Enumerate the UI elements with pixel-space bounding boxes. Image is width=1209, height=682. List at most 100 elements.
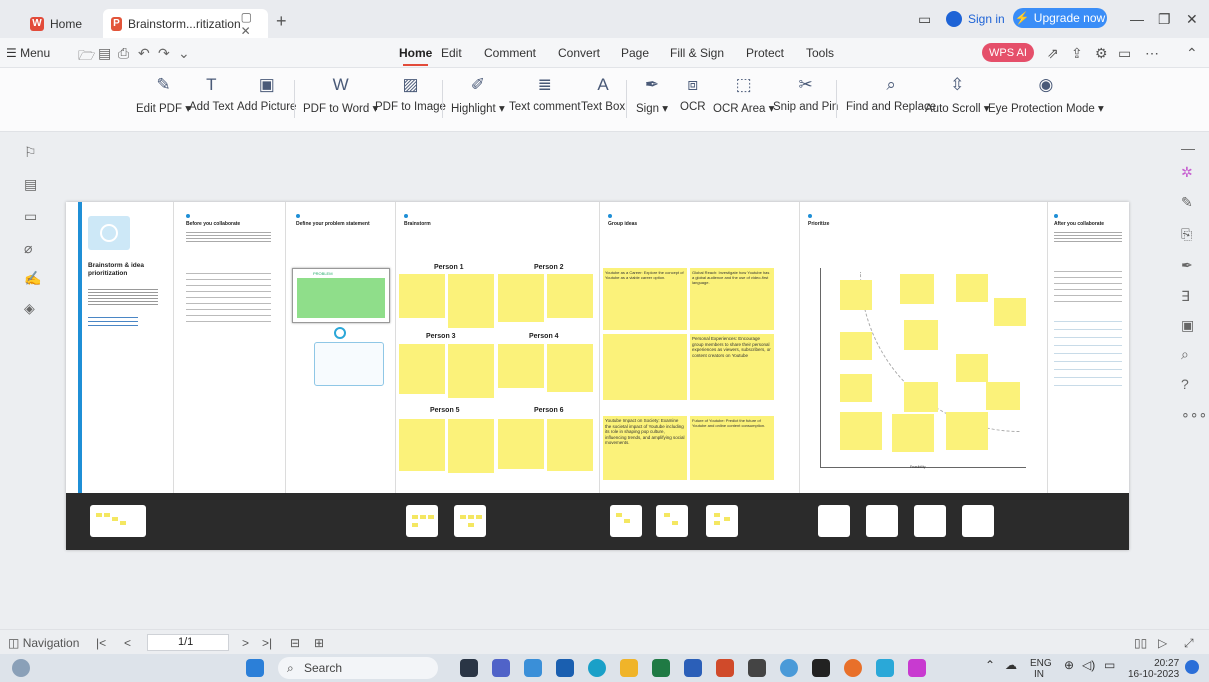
signature-panel-icon[interactable]: ✍ — [24, 270, 41, 287]
mail-icon[interactable] — [556, 659, 574, 677]
open-icon[interactable]: 🗁 — [78, 45, 95, 69]
print-icon[interactable]: ⎙ — [118, 45, 129, 62]
bookmark-icon[interactable]: ⚐ — [24, 144, 37, 161]
previous-page-icon[interactable]: < — [124, 636, 131, 650]
menu-button[interactable]: ☰ Menu — [6, 46, 50, 60]
add-text-button[interactable]: T Add Text — [189, 74, 234, 113]
play-icon[interactable]: ▷ — [1158, 636, 1167, 650]
windows-start-icon[interactable] — [246, 659, 264, 677]
tab-home-menu[interactable]: Home — [399, 46, 432, 66]
volume-icon[interactable]: ◁) — [1082, 658, 1095, 672]
page-number-input[interactable]: 1/1 — [147, 634, 229, 651]
edge-browser-icon[interactable] — [588, 659, 606, 677]
pdf-to-word-button[interactable]: W PDF to Word ▾ — [303, 74, 378, 115]
fullscreen-icon[interactable]: ⤢ — [1184, 636, 1194, 651]
sign-in-button[interactable]: Sign in — [946, 8, 1005, 30]
taskbar-search[interactable]: ⌕ Search — [278, 657, 438, 679]
sign-panel-icon[interactable]: ✒ — [1181, 257, 1193, 274]
word-icon[interactable] — [684, 659, 702, 677]
wps-office-icon[interactable] — [908, 659, 926, 677]
powerpoint-icon[interactable] — [716, 659, 734, 677]
first-page-icon[interactable]: |< — [96, 636, 106, 650]
chevron-down-icon[interactable]: ⌄ — [178, 45, 190, 62]
add-picture-button[interactable]: ▣ Add Picture — [237, 74, 296, 113]
settings-icon[interactable]: ⚙ — [1095, 45, 1108, 62]
ocr-area-button[interactable]: ⬚ OCR Area ▾ — [713, 74, 774, 115]
next-page-icon[interactable]: > — [242, 636, 249, 650]
redo-icon[interactable]: ↷ — [158, 45, 170, 62]
save-icon[interactable]: ▤ — [98, 45, 111, 62]
network-icon[interactable]: ⊕ — [1064, 658, 1074, 672]
chrome-browser-icon[interactable] — [844, 659, 862, 677]
tab-page[interactable]: Page — [621, 46, 649, 60]
tab-convert[interactable]: Convert — [558, 46, 600, 60]
close-window-icon[interactable]: ✕ — [1186, 11, 1198, 28]
wps-ai-button[interactable]: WPS AI — [982, 43, 1034, 62]
share-icon[interactable]: ⇗ — [1047, 45, 1059, 62]
upgrade-button[interactable]: ⚡ Upgrade now — [1013, 8, 1107, 28]
settings-app-icon[interactable] — [524, 659, 542, 677]
export-panel-icon[interactable]: ⎘ — [1181, 226, 1192, 243]
undo-icon[interactable]: ↶ — [138, 45, 150, 62]
new-tab-icon[interactable]: + — [276, 11, 287, 32]
tab-edit[interactable]: Edit — [441, 46, 462, 60]
excel-icon[interactable] — [652, 659, 670, 677]
search-panel-icon[interactable]: ⌕ — [1181, 346, 1189, 363]
sign-button[interactable]: ✒ Sign ▾ — [636, 74, 668, 115]
frame-icon[interactable]: ▣ — [1181, 317, 1194, 334]
attachment-icon[interactable]: ⌀ — [24, 240, 32, 257]
help-icon[interactable]: ? — [1181, 376, 1189, 392]
cloud-icon[interactable]: ☁ — [1005, 658, 1017, 672]
fit-page-icon[interactable]: ⊞ — [314, 636, 324, 650]
collapse-ribbon-icon[interactable]: ⌃ — [1186, 45, 1198, 62]
file-explorer-icon[interactable] — [620, 659, 638, 677]
tray-expand-icon[interactable]: ⌃ — [985, 658, 995, 672]
format-icon[interactable]: ∃ — [1181, 288, 1190, 305]
chat-app-icon[interactable] — [492, 659, 510, 677]
clock[interactable]: 20:27 16-10-2023 — [1128, 658, 1179, 680]
restore-icon[interactable]: ❐ — [1158, 11, 1171, 28]
edit-pdf-button[interactable]: ✎ Edit PDF ▾ — [136, 74, 191, 115]
layers-icon[interactable]: ◈ — [24, 300, 35, 317]
app-icon[interactable] — [748, 659, 766, 677]
tab-tools[interactable]: Tools — [806, 46, 834, 60]
app-icon[interactable] — [876, 659, 894, 677]
layout-icon[interactable]: ▭ — [918, 11, 931, 28]
last-page-icon[interactable]: >| — [262, 636, 272, 650]
navigation-button[interactable]: ◫ Navigation — [8, 636, 79, 650]
tab-comment[interactable]: Comment — [484, 46, 536, 60]
tab-protect[interactable]: Protect — [746, 46, 784, 60]
minimize-icon[interactable]: — — [1130, 11, 1144, 27]
text-comment-button[interactable]: ≣ Text comment — [509, 74, 581, 113]
pdf-to-image-button[interactable]: ▨ PDF to Image — [375, 74, 446, 113]
more-icon[interactable]: ⋯ — [1145, 45, 1159, 62]
media-player-icon[interactable] — [812, 659, 830, 677]
text-box-button[interactable]: A Text Box — [581, 74, 625, 113]
tab-fill-sign[interactable]: Fill & Sign — [670, 46, 724, 60]
find-replace-button[interactable]: ⌕ Find and Replace — [846, 74, 936, 113]
eye-protection-button[interactable]: ◉ Eye Protection Mode ▾ — [988, 74, 1104, 115]
app-icon[interactable] — [780, 659, 798, 677]
fit-width-icon[interactable]: ⊟ — [290, 636, 300, 650]
ai-assistant-icon[interactable]: ✲ — [1181, 164, 1193, 181]
chat-icon[interactable]: ▭ — [1118, 45, 1131, 62]
auto-scroll-button[interactable]: ⇳ Auto Scroll ▾ — [925, 74, 990, 115]
comment-panel-icon[interactable]: ▭ — [24, 208, 37, 225]
snip-pin-button[interactable]: ✂ Snip and Pin — [773, 74, 838, 113]
notification-icon[interactable] — [1185, 660, 1199, 674]
export-icon[interactable]: ⇪ — [1071, 45, 1083, 62]
highlight-button[interactable]: ✐ Highlight ▾ — [451, 74, 505, 115]
ocr-button[interactable]: ⧈ OCR — [680, 74, 706, 113]
task-view-icon[interactable] — [460, 659, 478, 677]
weather-icon[interactable] — [12, 659, 30, 677]
language-indicator[interactable]: ENG IN — [1030, 658, 1052, 680]
reading-mode-icon[interactable]: ▯▯ — [1134, 636, 1147, 650]
tab-document[interactable]: P Brainstorm...ritization ▢ ✕ — [103, 9, 268, 38]
tab-home[interactable]: W Home — [30, 9, 82, 38]
more-tools-icon[interactable]: ∘∘∘ — [1181, 406, 1207, 423]
edit-panel-icon[interactable]: ✎ — [1181, 194, 1193, 211]
battery-icon[interactable]: ▭ — [1104, 658, 1115, 672]
close-tab-icon[interactable]: ▢ ✕ — [241, 10, 260, 38]
thumbnails-icon[interactable]: ▤ — [24, 176, 37, 193]
collapse-panel-icon[interactable]: — — [1181, 140, 1195, 156]
